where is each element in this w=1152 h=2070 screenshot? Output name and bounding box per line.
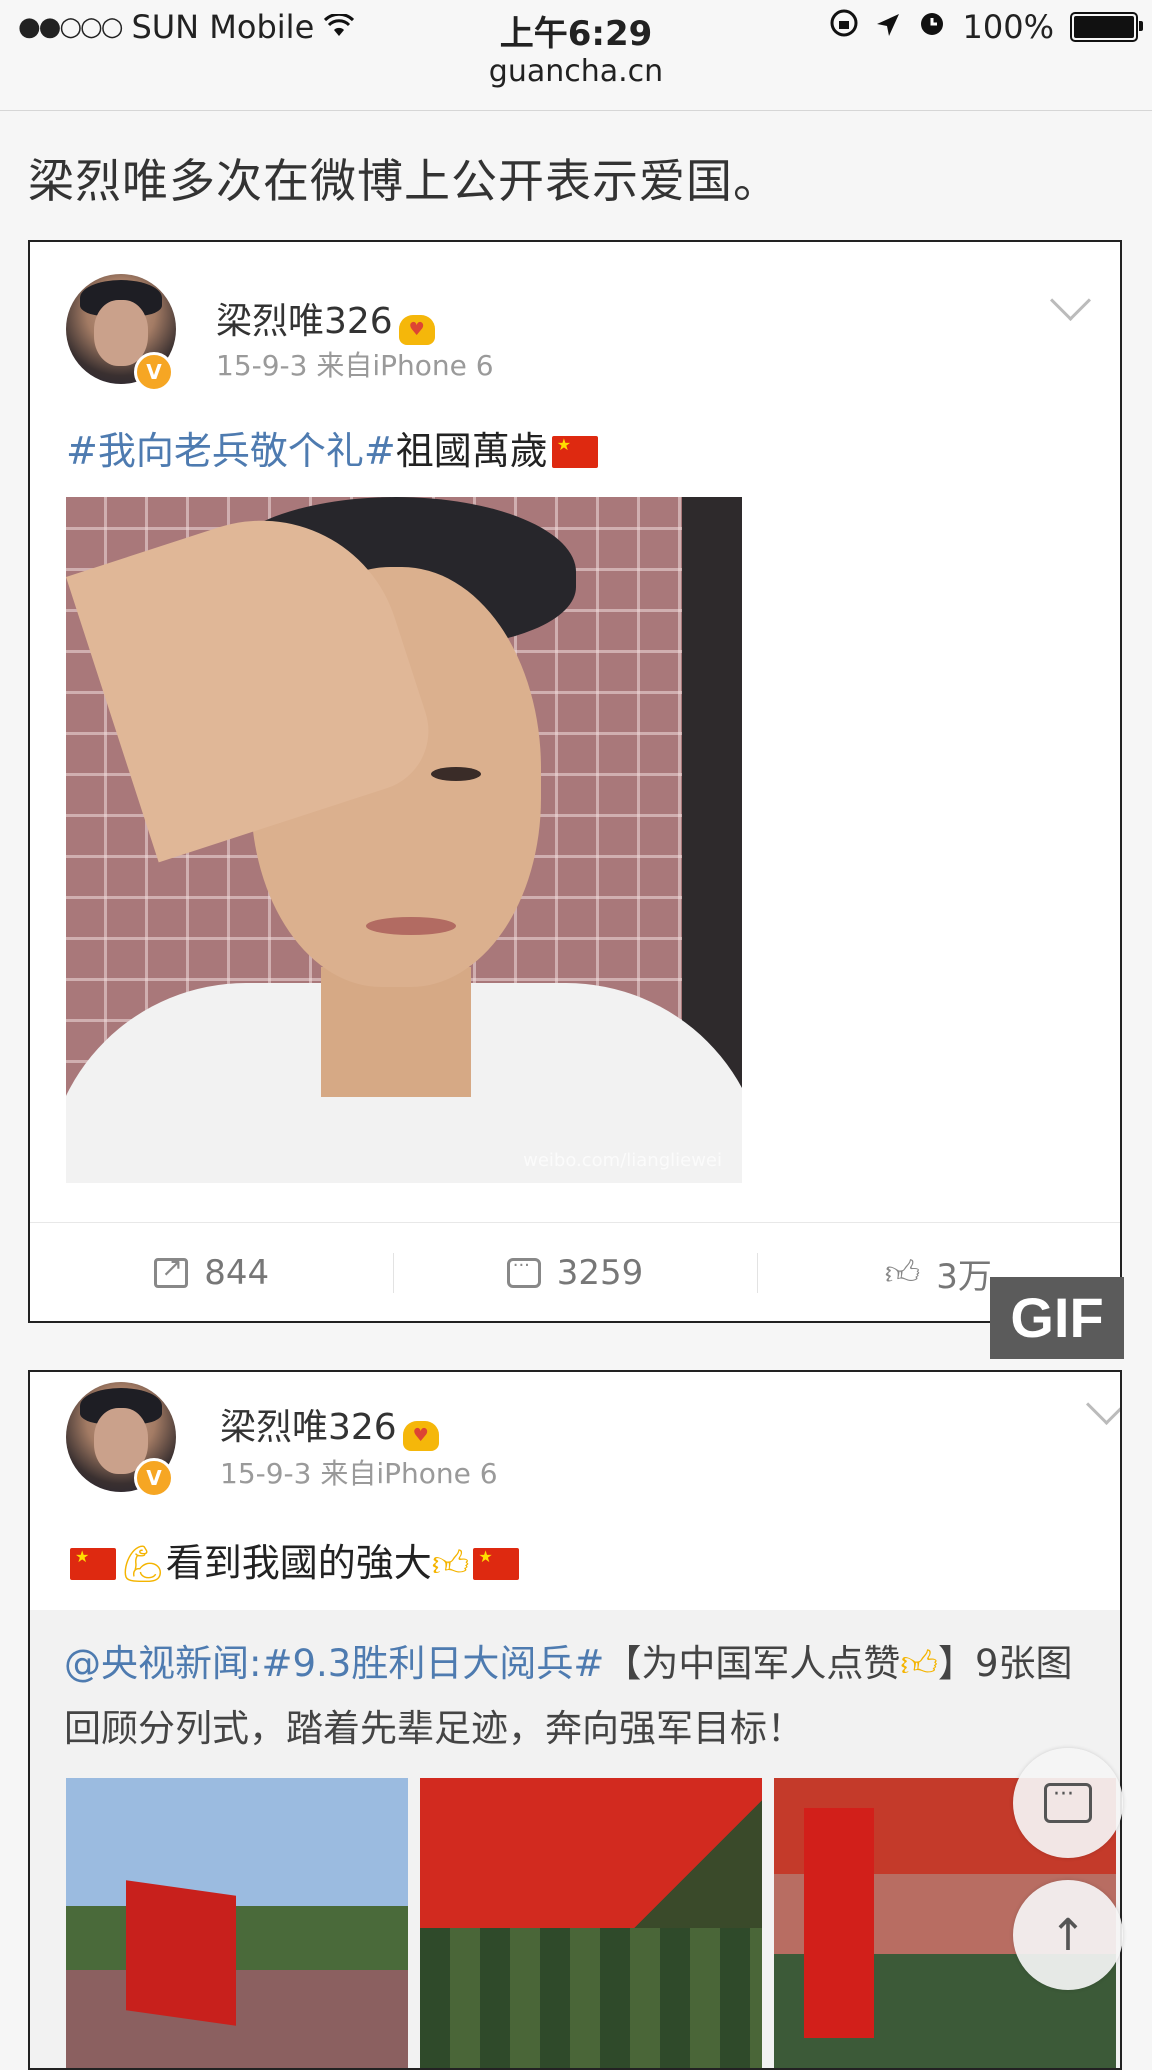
china-flag-icon [70, 1547, 116, 1580]
weibo-post-card: V 梁烈唯326 ♥ 15-9-3 来自iPhone 6 #我向老兵敬个礼#祖國萬… [28, 240, 1122, 1323]
post-image[interactable]: weibo.com/liangliewei [66, 497, 742, 1183]
grid-image[interactable] [420, 1778, 762, 2068]
location-icon [875, 8, 901, 46]
image-grid [66, 1778, 1120, 2068]
weibo-post-card: V 梁烈唯326♥ 15-9-3 来自iPhone 6 💪︎看到我國的強大👍︎ … [28, 1370, 1122, 2070]
retweet-quote[interactable]: @央视新闻:#9.3胜利日大阅兵#【为中国军人点赞👍︎】9张图回顾分列式，踏着先… [30, 1610, 1120, 2068]
quote-body: 【为中国军人点赞 [604, 1642, 901, 1685]
battery-icon [1070, 12, 1143, 42]
post-body: 祖國萬歲 [395, 429, 548, 473]
flexed-biceps-icon: 💪︎ [120, 1544, 166, 1585]
status-bar: ●●○○○ SUN Mobile 上午6:29 guancha.cn 100% [0, 0, 1152, 111]
comment-button[interactable]: 3259 [393, 1223, 756, 1321]
username-text[interactable]: 梁烈唯326 [220, 1407, 397, 1448]
hashtag-link[interactable]: #我向老兵敬个礼# [66, 429, 396, 473]
china-flag-icon [551, 435, 598, 468]
arrow-up-icon: ↑ [1049, 1909, 1087, 1961]
grid-image[interactable] [66, 1778, 408, 2068]
scroll-top-button[interactable]: ↑ [1013, 1880, 1123, 1990]
thumbs-up-emoji-icon: 👍︎ [900, 1644, 938, 1685]
username[interactable]: 梁烈唯326 ♥ [220, 1398, 439, 1451]
username[interactable]: 梁烈唯326 ♥ [216, 292, 435, 345]
post-actions: 844 3259 👍︎ 3万 [30, 1222, 1120, 1321]
like-count: 3万 [936, 1256, 992, 1297]
hashtag-link[interactable]: #9.3胜利日大阅兵# [261, 1642, 604, 1685]
gif-badge: GIF [990, 1277, 1124, 1359]
verified-badge-icon: V [134, 352, 174, 392]
article-text: 梁烈唯多次在微博上公开表示爱国。 [28, 154, 780, 208]
page-url[interactable]: guancha.cn [0, 54, 1152, 89]
status-right: 100% [829, 8, 1143, 46]
chat-icon [1044, 1782, 1092, 1823]
vip-crown-icon: ♥ [402, 1421, 439, 1451]
thumbs-up-icon: 👍︎ [884, 1252, 921, 1293]
quote-text: @央视新闻:#9.3胜利日大阅兵#【为中国军人点赞👍︎】9张图回顾分列式，踏着先… [64, 1632, 1094, 1761]
rotation-lock-icon [829, 8, 859, 46]
verified-badge-icon: V [134, 1458, 174, 1498]
thumbs-up-emoji-icon: 👍︎ [431, 1544, 470, 1585]
post-body: 看到我國的強大 [165, 1541, 432, 1585]
chevron-down-icon[interactable] [1085, 1383, 1120, 1426]
alarm-icon [917, 8, 947, 46]
comment-icon [506, 1255, 541, 1288]
post-text: #我向老兵敬个礼#祖國萬歲 [66, 420, 602, 475]
image-watermark: weibo.com/liangliewei [523, 1150, 722, 1171]
post-meta: 15-9-3 来自iPhone 6 [216, 349, 494, 382]
post-text: 💪︎看到我國的強大👍︎ [66, 1532, 523, 1587]
username-text[interactable]: 梁烈唯326 [216, 301, 393, 342]
mention-link[interactable]: @央视新闻: [64, 1642, 261, 1685]
vip-crown-icon: ♥ [398, 315, 435, 345]
battery-percent: 100% [962, 8, 1054, 46]
repost-button[interactable]: 844 [30, 1223, 393, 1321]
repost-count: 844 [204, 1253, 270, 1293]
repost-icon [154, 1253, 189, 1288]
comment-count: 3259 [556, 1253, 644, 1293]
chevron-down-icon[interactable] [1049, 279, 1092, 322]
comment-fab-button[interactable] [1013, 1748, 1123, 1858]
china-flag-icon [473, 1547, 520, 1580]
post-meta: 15-9-3 来自iPhone 6 [220, 1457, 498, 1490]
